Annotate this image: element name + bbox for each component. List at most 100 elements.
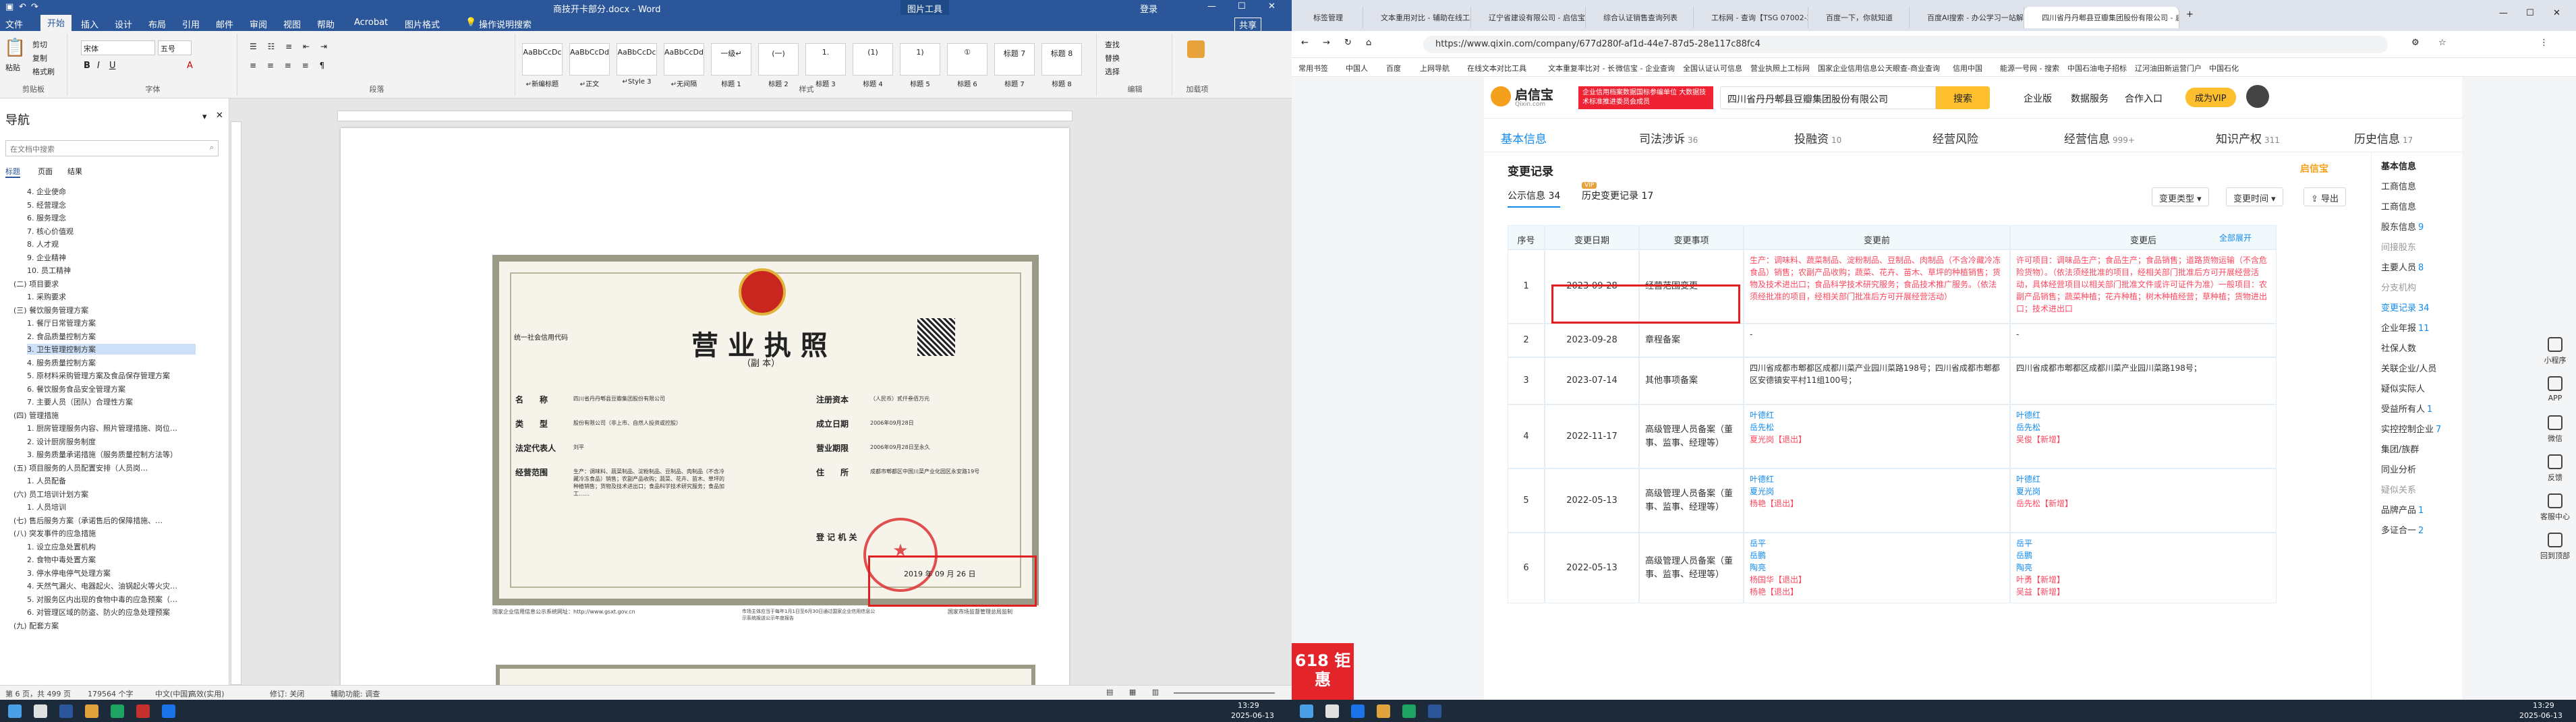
word-taskbar-icon[interactable]: [1428, 704, 1441, 718]
bookmark-item[interactable]: 国家企业信用信息公: [1818, 63, 1885, 73]
style-item[interactable]: AaBbCcDd: [664, 43, 704, 76]
nav-heading-item[interactable]: 3. 停水停电停气处理方案: [27, 568, 111, 578]
close-icon[interactable]: ✕: [1268, 1, 1276, 11]
nav-heading-item[interactable]: (二) 项目要求: [13, 278, 59, 289]
nav-heading-item[interactable]: 9. 企业精神: [27, 252, 66, 263]
italic-button[interactable]: I: [97, 61, 100, 71]
minimize-icon[interactable]: —: [1207, 1, 1216, 11]
nav-heading-item[interactable]: 8. 人才观: [27, 239, 59, 249]
nav-heading-item[interactable]: 7. 核心价值观: [27, 226, 74, 237]
qixin-tab[interactable]: 基本信息: [1501, 129, 1549, 155]
expand-all-link[interactable]: 全部展开: [2219, 232, 2252, 243]
person-name[interactable]: 夏光岗: [2016, 485, 2270, 498]
explorer-taskbar-icon[interactable]: [1377, 704, 1390, 718]
next-license-image[interactable]: [496, 665, 1035, 685]
vip-button[interactable]: 成为VIP: [2185, 88, 2236, 107]
qixin-tab[interactable]: 司法涉诉 36: [1639, 129, 1698, 146]
person-name[interactable]: 吴益【新增】: [2016, 586, 2270, 598]
person-name[interactable]: 夏光岗【退出】: [1750, 433, 2004, 446]
sidebar-nav-item[interactable]: 变更记录 34: [2381, 301, 2430, 313]
sidebar-nav-item[interactable]: 多证合一 2: [2381, 523, 2424, 536]
sidebar-nav-item[interactable]: 关联企业/人员: [2381, 361, 2438, 374]
font-size-select[interactable]: 五号: [158, 40, 192, 55]
nav-heading-item[interactable]: 6. 餐饮服务食品安全管理方案: [27, 384, 125, 394]
company-search-input[interactable]: 四川省丹丹郫县豆瓣集团股份有限公司: [1720, 86, 1936, 109]
sidebar-nav-item[interactable]: 集团/族群: [2381, 442, 2421, 455]
tab-home[interactable]: 开始: [40, 15, 72, 31]
clock-time[interactable]: 13:29: [1238, 701, 1259, 710]
bookmark-item[interactable]: 营业执照上工标网: [1750, 63, 1810, 73]
nav-heading-item[interactable]: (三) 餐饮服务管理方案: [13, 305, 88, 315]
tab-review[interactable]: 审阅: [250, 18, 267, 30]
sidebar-nav-item[interactable]: 股东信息 9: [2381, 220, 2424, 233]
qixin-logo[interactable]: 启信宝: [1515, 85, 1553, 103]
redo-icon[interactable]: ↷: [31, 2, 38, 12]
style-item[interactable]: ①: [947, 43, 988, 76]
nav-tab-results[interactable]: 结果: [67, 166, 82, 177]
person-name[interactable]: 杨国华【退出】: [1750, 574, 2004, 586]
bookmark-item[interactable]: 百度: [1386, 63, 1401, 73]
bookmark-item[interactable]: 中国石化: [2209, 63, 2239, 73]
side-tool-button[interactable]: 微信: [2538, 415, 2572, 444]
person-name[interactable]: 叶德红: [1750, 473, 2004, 485]
person-name[interactable]: 陶亮: [1750, 562, 2004, 574]
word-taskbar-icon[interactable]: [59, 704, 73, 718]
align-buttons[interactable]: ≡ ≡ ≡ ≡ ¶: [250, 61, 328, 70]
nav-options-icon[interactable]: ▾: [202, 112, 207, 122]
list-buttons[interactable]: ☰ ☷ ≡ ⇤ ⇥: [250, 42, 331, 51]
tab-file[interactable]: 文件: [5, 18, 23, 30]
style-item[interactable]: 标题 8: [1041, 43, 1082, 76]
person-name[interactable]: 岳鹏: [1750, 549, 2004, 562]
browser-tab[interactable]: 标签管理: [1296, 7, 1363, 28]
menu-enterprise[interactable]: 企业版: [2024, 92, 2052, 105]
nav-heading-item[interactable]: 1. 餐厅日常管理方案: [27, 318, 96, 328]
nav-heading-item[interactable]: 6. 对管理区域的防盗、防火的应急处理预案: [27, 607, 170, 618]
nav-heading-item[interactable]: 1. 人员配备: [27, 475, 66, 486]
export-button[interactable]: ⇪ 导出: [2303, 187, 2347, 206]
qixin-tab[interactable]: 投融资 10: [1794, 129, 1841, 146]
paste-icon[interactable]: 📋: [4, 38, 26, 58]
save-icon[interactable]: ▣: [5, 2, 13, 12]
undo-icon[interactable]: ↶: [19, 2, 26, 12]
sidebar-nav-item[interactable]: 品牌产品 1: [2381, 503, 2424, 516]
person-name[interactable]: 夏光岗: [1750, 485, 2004, 498]
sidebar-nav-item[interactable]: 主要人员 8: [2381, 260, 2424, 273]
side-tool-button[interactable]: 小程序: [2538, 337, 2572, 365]
style-item[interactable]: 1): [900, 43, 940, 76]
style-item[interactable]: AaBbCcDd: [569, 43, 610, 76]
explorer-taskbar-icon[interactable]: [85, 704, 98, 718]
bookmark-item[interactable]: 微信宝 - 企业查询: [1615, 63, 1675, 73]
browser-tab[interactable]: 百度一下，你就知道: [1808, 7, 1910, 28]
start-icon[interactable]: [8, 704, 22, 718]
person-name[interactable]: 杨艳【退出】: [1750, 498, 2004, 510]
style-item[interactable]: 1.: [805, 43, 846, 76]
vertical-ruler[interactable]: [231, 121, 241, 685]
tab-picture-format[interactable]: 图片格式: [405, 18, 440, 30]
sidebar-nav-item[interactable]: 分支机构: [2381, 280, 2418, 293]
nav-tab-pages[interactable]: 页面: [38, 166, 53, 177]
nav-heading-item[interactable]: 3. 服务质量承诺措施（服务质量控制方法等）: [27, 449, 177, 460]
font-color-button[interactable]: A: [187, 61, 193, 71]
nav-heading-item[interactable]: 5. 对服务区内出现的食物中毒的应急预案（…: [27, 594, 177, 605]
zoom-slider[interactable]: [1174, 692, 1275, 694]
menu-data[interactable]: 数据服务: [2071, 92, 2109, 105]
sidebar-nav-item[interactable]: 受益所有人 1: [2381, 402, 2432, 415]
format-painter-button[interactable]: 格式刷: [32, 66, 55, 77]
browser-tab[interactable]: 四川省丹丹郫县豆瓣集团股份有限公司 - 启信宝: [2024, 7, 2179, 28]
filter-change-type[interactable]: 变更类型 ▾: [2152, 187, 2209, 206]
accessibility[interactable]: 辅助功能: 调查: [331, 688, 380, 699]
qixin-tab[interactable]: 经营风险: [1933, 129, 1981, 146]
view-buttons[interactable]: ▤ ▦ ▥: [1106, 688, 1166, 696]
promo-618-badge[interactable]: 618 钜惠: [1292, 643, 1354, 700]
nav-tab-headings[interactable]: 标题: [5, 166, 20, 178]
home-icon[interactable]: ⌂: [1366, 38, 1371, 48]
tab-acrobat[interactable]: Acrobat: [354, 18, 388, 28]
login-link[interactable]: 登录: [1140, 2, 1157, 15]
browser-taskbar-icon[interactable]: [162, 704, 175, 718]
nav-heading-item[interactable]: 3. 卫生管理控制方案: [27, 344, 196, 355]
person-name[interactable]: 叶德红: [1750, 409, 2004, 421]
business-license-image[interactable]: 统一社会信用代码 营 业 执 照 （副 本） 名 称四川省丹丹郫县豆瓣集团股份有…: [492, 255, 1039, 607]
nav-heading-item[interactable]: 10. 员工精神: [27, 265, 71, 276]
sidebar-nav-item[interactable]: 实控控制企业 7: [2381, 422, 2441, 435]
maximize-icon[interactable]: ☐: [1238, 1, 1246, 11]
